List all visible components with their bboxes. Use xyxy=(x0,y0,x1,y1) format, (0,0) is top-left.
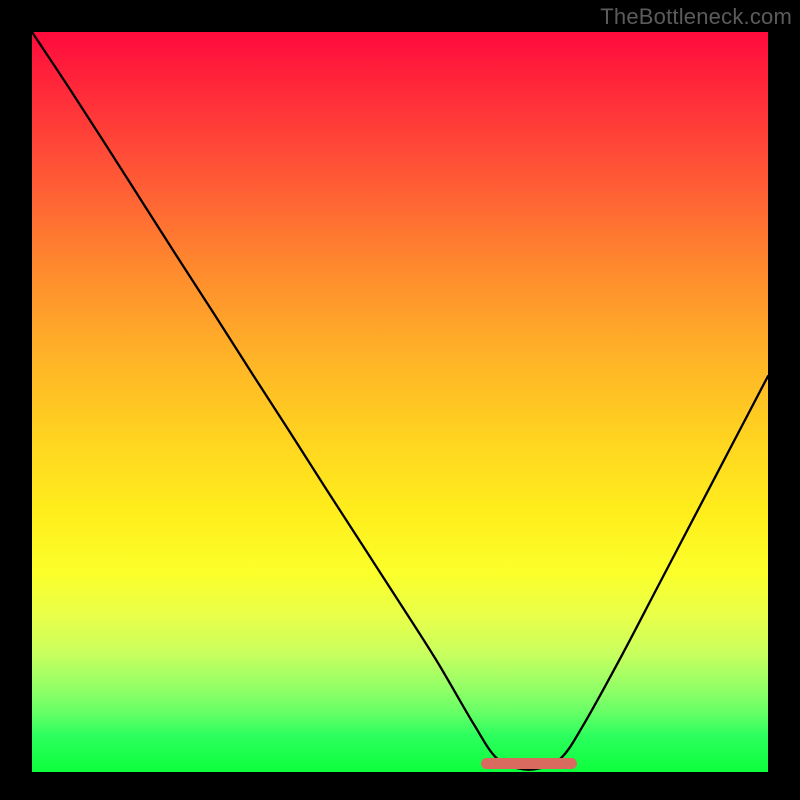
chart-frame: TheBottleneck.com xyxy=(0,0,800,800)
plot-area xyxy=(32,32,768,772)
watermark-text: TheBottleneck.com xyxy=(600,4,792,30)
curve-layer xyxy=(32,32,768,772)
bottleneck-curve xyxy=(32,32,768,770)
optimal-range-marker xyxy=(481,758,577,769)
